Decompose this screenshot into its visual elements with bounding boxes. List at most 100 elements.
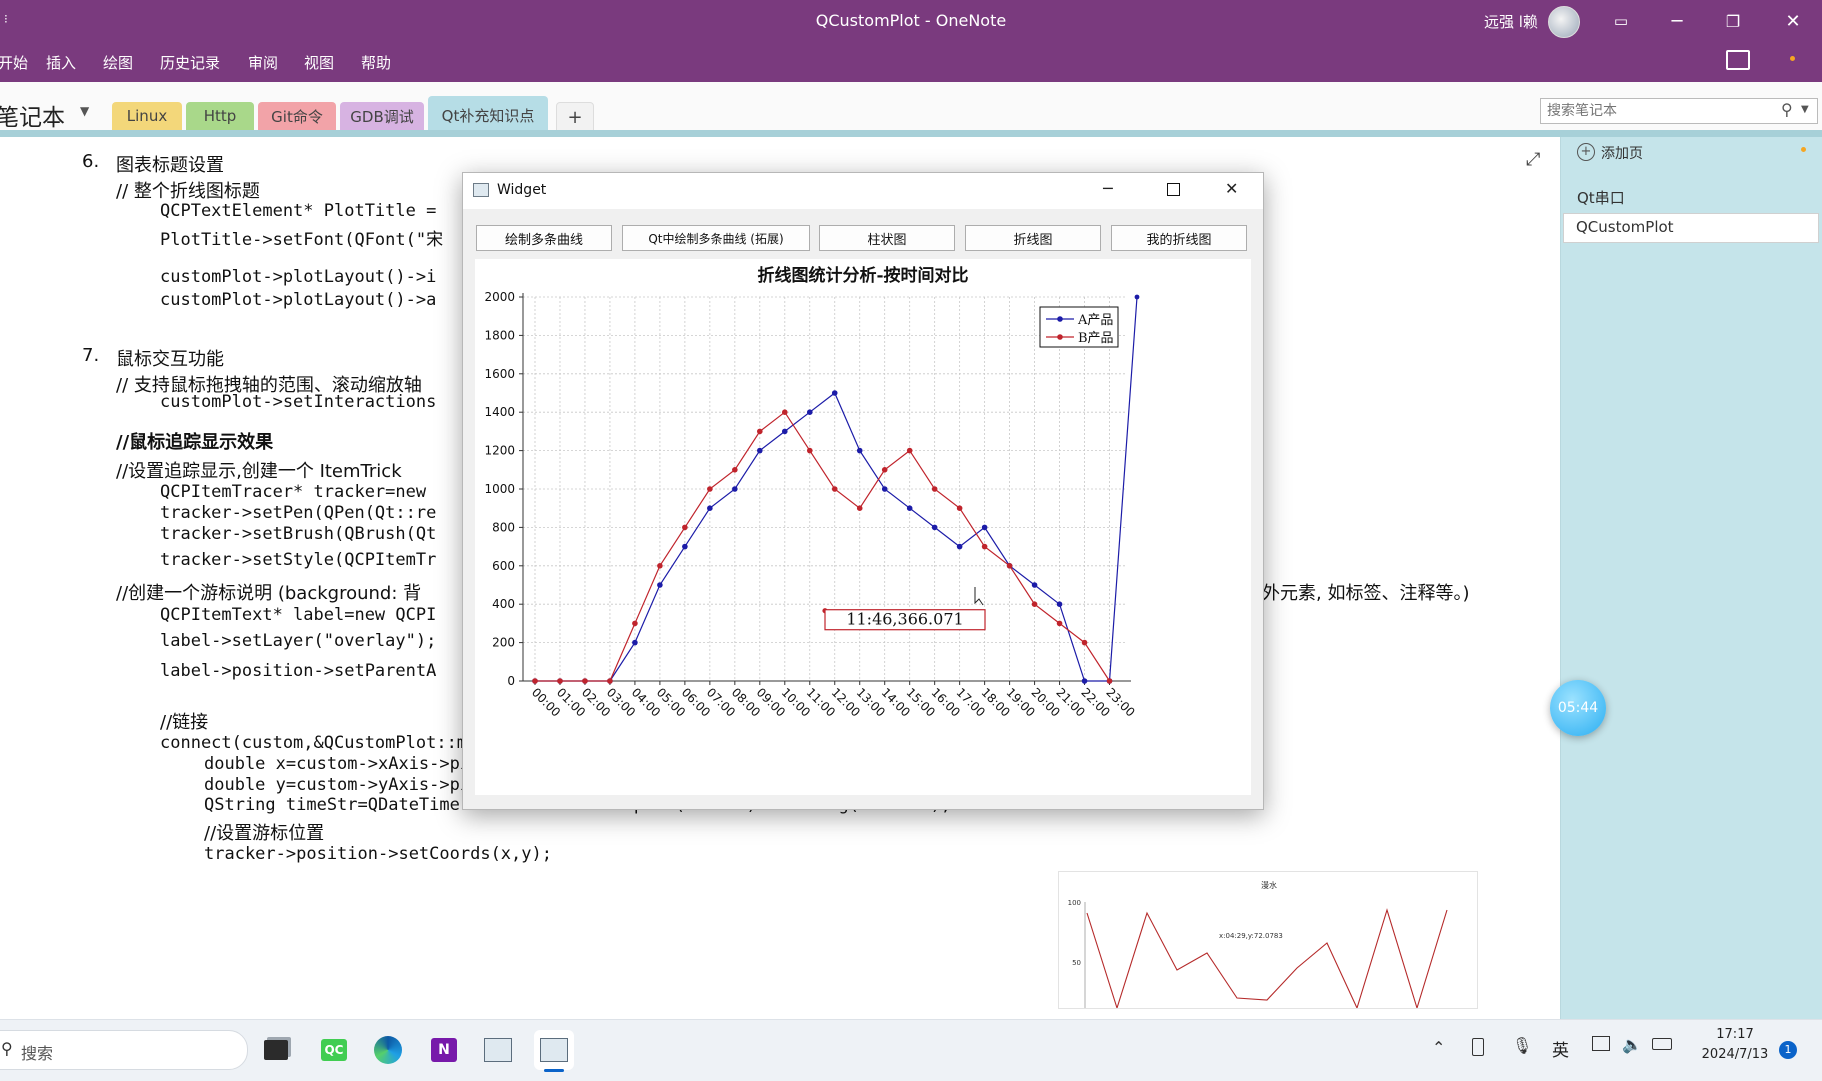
y-tick-label: 1000 — [484, 482, 515, 496]
widget-maximize-button[interactable] — [1167, 183, 1180, 196]
tab-qt[interactable]: Qt补充知识点 — [428, 96, 548, 134]
widget-title: Widget — [497, 182, 547, 198]
widget-close-button[interactable]: ✕ — [1225, 179, 1238, 198]
menu-help[interactable]: 帮助 — [361, 52, 391, 73]
thumbnail-tick: 50 — [1072, 959, 1081, 967]
thumbnail-tracer-label: x:04:29,y:72.0783 — [1219, 932, 1283, 940]
code-line: tracker->setStyle(QCPItemTr — [160, 550, 437, 570]
clock-date[interactable]: 2024/7/13 — [1690, 1047, 1780, 1062]
series-point-0 — [831, 390, 838, 396]
thumbnail-chart: 漫水 100 50 x:04:29,y:72.0783 — [1068, 880, 1448, 1008]
search-box[interactable]: ⚲ ▼ — [1540, 98, 1818, 124]
plot-area[interactable]: 折线图统计分析-按时间对比 0 200 400 600 800 1000 1200 1400 1… — [475, 259, 1251, 795]
thumbnail-title: 漫水 — [1261, 880, 1277, 890]
y-tick-label: 1800 — [484, 328, 515, 342]
qt-creator-icon[interactable]: QC — [314, 1030, 354, 1070]
widget-title-bar[interactable]: Widget ─ ✕ — [463, 173, 1263, 209]
menu-insert[interactable]: 插入 — [46, 52, 76, 73]
series-point-1 — [532, 678, 538, 684]
input-method-indicator[interactable]: 英 — [1552, 1036, 1569, 1061]
page-item-qt-serial[interactable]: Qt串口 — [1577, 187, 1625, 208]
comments-icon[interactable] — [1726, 50, 1750, 70]
taskbar-search[interactable]: ⚲ 搜索 — [0, 1030, 248, 1070]
battery-icon[interactable] — [1652, 1038, 1672, 1050]
legend-marker — [1057, 334, 1063, 340]
draw-multi-curve-ext-button[interactable]: Qt中绘制多条曲线 (拓展) — [622, 225, 810, 251]
y-tick-label: 0 — [507, 674, 515, 688]
title-bar: ⁝ QCustomPlot - OneNote 远强 l赖 ▭ ─ ❐ ✕ — [0, 0, 1822, 42]
widget-minimize-button[interactable]: ─ — [1103, 179, 1113, 198]
page-item-qcustomplot-selected[interactable]: QCustomPlot — [1563, 213, 1819, 243]
tab-http[interactable]: Http — [186, 102, 254, 130]
tab-gdb[interactable]: GDB调试 — [340, 102, 424, 130]
search-scope-chevron-icon[interactable]: ▼ — [1801, 104, 1809, 115]
my-line-chart-button[interactable]: 我的折线图 — [1111, 225, 1247, 251]
code-comment: //设置追踪显示,创建一个 ItemTrick — [116, 461, 402, 482]
series-point-0 — [1081, 678, 1088, 684]
minimize-button[interactable]: ─ — [1650, 0, 1704, 42]
add-page-button[interactable]: 添加页 — [1601, 143, 1643, 163]
search-input[interactable] — [1545, 101, 1769, 121]
series-point-1 — [906, 447, 913, 454]
code-line: PlotTitle->setFont(QFont("宋 — [160, 230, 444, 250]
add-section-button[interactable]: + — [556, 102, 594, 132]
series-point-0 — [707, 505, 713, 511]
edge-browser-icon[interactable] — [368, 1030, 408, 1070]
line-chart[interactable]: 折线图统计分析-按时间对比 0 200 400 600 800 1000 1200 1400 1… — [475, 259, 1251, 795]
volume-icon[interactable]: 🔈 — [1622, 1035, 1642, 1054]
thumbnail-series-line — [1086, 908, 1448, 1008]
notebook-name[interactable]: 笔记本 — [0, 98, 65, 132]
qt-app-icon[interactable] — [478, 1030, 518, 1070]
avatar[interactable] — [1548, 6, 1580, 38]
expand-icon[interactable]: ⤢ — [1526, 149, 1540, 170]
network-icon[interactable] — [1592, 1036, 1610, 1051]
page-item-label: QCustomPlot — [1576, 218, 1674, 236]
draw-multi-curve-button[interactable]: 绘制多条曲线 — [476, 225, 612, 251]
taskbar-search-placeholder: 搜索 — [21, 1044, 54, 1063]
bar-chart-button[interactable]: 柱状图 — [819, 225, 955, 251]
y-tick-label: 1400 — [484, 405, 515, 419]
line-chart-button[interactable]: 折线图 — [965, 225, 1101, 251]
file-explorer-icon[interactable] — [256, 1030, 296, 1070]
tab-git[interactable]: Git命令 — [258, 102, 336, 130]
microphone-icon[interactable]: 🎙 — [1512, 1036, 1532, 1055]
code-comment-tail: 外元素, 如标签、注释等。) — [1262, 583, 1470, 604]
restore-button[interactable]: ❐ — [1706, 0, 1760, 42]
menu-view[interactable]: 视图 — [304, 52, 334, 73]
page-list-pane: + 添加页 Qt串口 QCustomPlot — [1560, 137, 1822, 1019]
series-point-0 — [806, 409, 813, 415]
widget-app-icon-active[interactable] — [534, 1030, 574, 1070]
series-point-0 — [757, 447, 763, 454]
user-name[interactable]: 远强 l赖 — [1484, 11, 1538, 32]
chevron-up-icon[interactable]: ⌃ — [1432, 1038, 1445, 1057]
add-page-icon[interactable]: + — [1577, 143, 1595, 161]
onenote-icon[interactable]: N — [424, 1030, 464, 1070]
series-point-1 — [732, 467, 738, 473]
section-color-strip — [0, 130, 1822, 137]
series-point-1 — [632, 620, 638, 627]
menu-review[interactable]: 审阅 — [248, 52, 278, 73]
code-line: QCPTextElement* PlotTitle = — [160, 201, 437, 221]
menu-draw[interactable]: 绘图 — [103, 52, 133, 73]
menu-home[interactable]: 开始 — [0, 52, 28, 73]
series-point-1 — [657, 563, 663, 569]
floating-timer[interactable]: 05:44 — [1550, 680, 1606, 736]
ribbon-display-icon[interactable]: ▭ — [1594, 0, 1648, 42]
clock-time[interactable]: 17:17 — [1690, 1027, 1780, 1042]
close-button[interactable]: ✕ — [1766, 0, 1820, 42]
series-point-0 — [1134, 294, 1140, 300]
search-icon[interactable]: ⚲ — [1781, 100, 1793, 119]
series-point-1 — [1006, 563, 1013, 569]
thumbnail-tick: 100 — [1068, 899, 1081, 907]
notification-badge[interactable]: 1 — [1779, 1041, 1797, 1059]
chevron-down-icon[interactable]: ▼ — [80, 104, 89, 118]
tab-linux[interactable]: Linux — [112, 102, 182, 130]
series-point-1 — [981, 543, 988, 550]
widget-window[interactable]: Widget ─ ✕ 绘制多条曲线 Qt中绘制多条曲线 (拓展) 柱状图 折线图… — [462, 172, 1264, 810]
code-comment: //设置游标位置 — [204, 823, 325, 844]
embedded-chart-image[interactable]: 漫水 100 50 x:04:29,y:72.0783 — [1058, 871, 1478, 1009]
usb-icon[interactable] — [1472, 1038, 1484, 1056]
active-app-indicator — [544, 1069, 564, 1072]
y-tick-label: 600 — [492, 559, 515, 573]
menu-history[interactable]: 历史记录 — [160, 52, 220, 73]
